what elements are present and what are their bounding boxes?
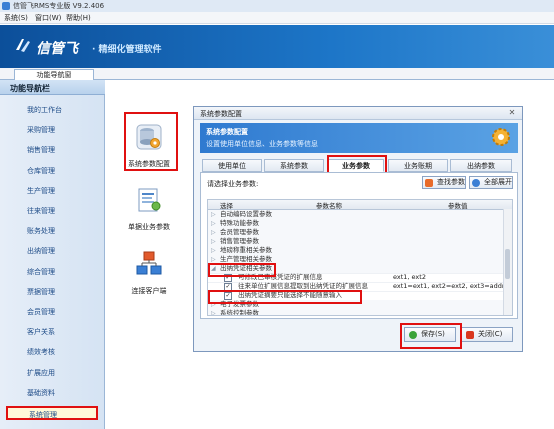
brand-tagline: · 精细化管理软件: [92, 45, 162, 55]
document-settings-icon: [138, 188, 161, 212]
system-params-dialog: 系统参数配置 ✕ 系统参数配置 设置使用单位信息、业务参数等信息 使用单位 系统…: [193, 106, 523, 352]
menu-bar: 系统(S) 窗口(W) 帮助(H): [0, 12, 554, 24]
find-params-label: 查找参数: [437, 178, 465, 186]
highlight-box: [208, 290, 362, 304]
params-grid: 选择 参数名称 参数值 ▷ 自动编码设置参数 ▷ 特殊功能参数 ▷ 会员管理参数 ▷ 销售管理…: [207, 199, 513, 316]
col-param-name: 参数名称: [316, 202, 342, 210]
document-tab-strip: 功能导航窗: [0, 68, 554, 80]
sidebar-item[interactable]: 销售管理: [0, 143, 105, 157]
app-banner: 信管飞 · 精细化管理软件: [0, 25, 554, 68]
param-name: 销售管理参数: [220, 237, 259, 245]
sidebar-item[interactable]: 综合管理: [0, 265, 105, 279]
sidebar-item[interactable]: 绩效考核: [0, 345, 105, 359]
sidebar-item[interactable]: 我的工作台: [0, 103, 105, 117]
params-panel: 请选择业务参数: 查找参数 全部展开 选择 参数名称 参数值 ▷ 自动编码设置参数…: [200, 172, 518, 319]
param-name: 会员管理参数: [220, 228, 259, 236]
param-name: 特殊功能参数: [220, 219, 259, 227]
param-name: 系统控制参数: [220, 309, 259, 316]
sidebar-item[interactable]: 基础资料: [0, 386, 105, 400]
dialog-title-bar: 系统参数配置 ✕: [194, 107, 522, 120]
param-value[interactable]: ext1, ext2: [393, 273, 426, 282]
expand-all-button[interactable]: 全部展开: [469, 176, 513, 189]
grid-header: 选择 参数名称 参数值: [208, 200, 512, 210]
param-value[interactable]: ext1=ext1, ext2=ext2, ext3=address: [393, 282, 512, 291]
dialog-header-title: 系统参数配置: [206, 128, 248, 136]
app-logo-icon: [2, 2, 10, 10]
highlight-box: [124, 112, 178, 171]
function-label: 单据业务参数: [128, 223, 170, 231]
tab-cashier-params[interactable]: 出纳参数: [450, 159, 512, 172]
expand-all-label: 全部展开: [484, 178, 512, 186]
search-icon: [425, 179, 433, 187]
sidebar-item[interactable]: 客户关系: [0, 325, 105, 339]
function-document-params[interactable]: 单据业务参数: [119, 186, 179, 232]
sidebar-item[interactable]: 系统管理: [6, 406, 98, 420]
expand-arrow-icon[interactable]: ▷: [211, 228, 216, 237]
nav-header-title: 功能导航栏: [10, 84, 50, 93]
sidebar-item[interactable]: 往来管理: [0, 204, 105, 218]
tab-system-params[interactable]: 系统参数: [264, 159, 324, 172]
scrollbar-thumb[interactable]: [505, 249, 510, 279]
sidebar-item[interactable]: 采购管理: [0, 123, 105, 137]
menu-window[interactable]: 窗口(W): [35, 13, 61, 23]
nav-header: 功能导航栏: [0, 80, 105, 95]
sidebar-item[interactable]: 票据管理: [0, 285, 105, 299]
expand-arrow-icon[interactable]: ▷: [211, 246, 216, 255]
close-button[interactable]: 关闭(C): [461, 327, 513, 342]
expand-arrow-icon[interactable]: ▷: [211, 210, 216, 219]
highlight-box: [400, 323, 462, 349]
function-connect-client[interactable]: 连接客户端: [119, 250, 179, 296]
network-client-icon: [136, 251, 162, 275]
window-title-bar: 信管飞RMS专业版 V9.2.406: [0, 0, 554, 12]
dialog-title: 系统参数配置: [200, 110, 242, 118]
highlight-box: [208, 263, 276, 277]
dialog-header-subtitle: 设置使用单位信息、业务参数等信息: [206, 140, 318, 148]
param-name: 自动编码设置参数: [220, 210, 272, 218]
close-x-icon: [466, 331, 474, 339]
close-icon[interactable]: ✕: [506, 108, 518, 118]
tab-function-navigation[interactable]: 功能导航窗: [14, 69, 94, 80]
vertical-scrollbar[interactable]: [503, 209, 512, 315]
sidebar-item[interactable]: 扩展应用: [0, 366, 105, 380]
menu-system[interactable]: 系统(S): [4, 13, 28, 23]
brand-name: 信管飞: [36, 41, 78, 57]
find-params-button[interactable]: 查找参数: [422, 176, 466, 189]
tab-using-unit[interactable]: 使用单位: [202, 159, 262, 172]
sidebar-item[interactable]: 账务处理: [0, 224, 105, 238]
sidebar: 我的工作台采购管理销售管理仓库管理生产管理往来管理账务处理出纳管理综合管理票据管…: [0, 95, 105, 429]
menu-help[interactable]: 帮助(H): [66, 13, 91, 23]
expand-arrow-icon[interactable]: ▷: [211, 309, 216, 315]
expand-arrow-icon[interactable]: ▷: [211, 237, 216, 246]
close-label: 关闭(C): [478, 330, 503, 338]
sidebar-item[interactable]: 会员管理: [0, 305, 105, 319]
function-label: 连接客户端: [131, 287, 167, 295]
param-name: 地磅称重相关参数: [220, 246, 272, 254]
col-select: 选择: [220, 202, 233, 210]
window-title: 信管飞RMS专业版 V9.2.406: [13, 2, 105, 10]
gear-icon: [492, 128, 510, 146]
brand-logo-icon: [16, 39, 30, 52]
sidebar-item[interactable]: 仓库管理: [0, 164, 105, 178]
select-params-label: 请选择业务参数:: [207, 180, 259, 188]
dialog-header: 系统参数配置 设置使用单位信息、业务参数等信息: [200, 123, 518, 153]
tab-business-period[interactable]: 业务账期: [388, 159, 448, 172]
expand-icon: [472, 179, 480, 187]
param-group-row[interactable]: ▷ 系统控制参数: [208, 309, 512, 316]
expand-arrow-icon[interactable]: ▷: [211, 219, 216, 228]
col-param-value: 参数值: [448, 202, 468, 210]
sidebar-item[interactable]: 出纳管理: [0, 244, 105, 258]
sidebar-item[interactable]: 生产管理: [0, 184, 105, 198]
